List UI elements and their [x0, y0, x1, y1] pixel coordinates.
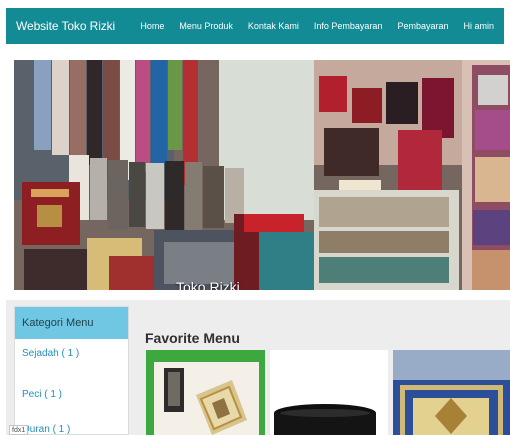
- nav-info-pembayaran-link[interactable]: Info Pembayaran: [314, 21, 383, 31]
- category-peci-link[interactable]: Peci ( 1 ): [15, 376, 128, 413]
- category-list: Sejadah ( 1 ) Peci ( 1 ) Quran ( 1 ): [15, 339, 128, 434]
- category-sidebar: Kategori Menu Sejadah ( 1 ) Peci ( 1 ) Q…: [14, 306, 129, 435]
- site-brand-link[interactable]: Website Toko Rizki: [16, 19, 115, 33]
- page: Website Toko Rizki Home Menu Produk Kont…: [0, 0, 510, 435]
- hero-carousel[interactable]: Toko Rizki: [14, 60, 510, 290]
- sidebar-title: Kategori Menu: [15, 307, 128, 339]
- status-tooltip: fdx1: [9, 425, 29, 435]
- nav-menu-produk-link[interactable]: Menu Produk: [179, 21, 233, 31]
- main-navigation: Home Menu Produk Kontak Kami Info Pembay…: [140, 21, 494, 31]
- nav-user-link[interactable]: Hi amin: [463, 21, 494, 31]
- favorite-product-2[interactable]: [270, 350, 388, 435]
- nav-pembayaran-link[interactable]: Pembayaran: [397, 21, 448, 31]
- prayer-rug-image: [393, 350, 510, 435]
- nav-home-link[interactable]: Home: [140, 21, 164, 31]
- favorite-menu-title: Favorite Menu: [145, 329, 240, 346]
- prayer-mat-image: [146, 350, 265, 435]
- hero-caption: Toko Rizki: [176, 279, 240, 290]
- peci-image: [270, 350, 388, 435]
- favorite-product-1[interactable]: [146, 350, 265, 435]
- hero-store-photo: [14, 60, 510, 290]
- category-quran-link[interactable]: Quran ( 1 ): [15, 411, 128, 434]
- top-navbar: Website Toko Rizki Home Menu Produk Kont…: [6, 8, 504, 44]
- category-sejadah-link[interactable]: Sejadah ( 1 ): [15, 339, 128, 376]
- nav-kontak-kami-link[interactable]: Kontak Kami: [248, 21, 299, 31]
- favorite-product-3[interactable]: [393, 350, 510, 435]
